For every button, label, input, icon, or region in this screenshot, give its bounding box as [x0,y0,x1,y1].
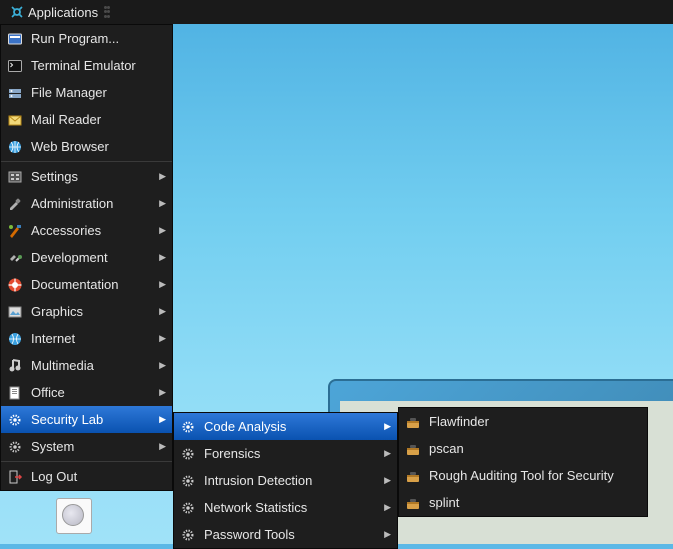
hard-disk-icon [56,498,92,534]
gear-icon [180,419,196,435]
submenu-forensics[interactable]: Forensics ▶ [174,440,397,467]
help-icon [7,277,23,293]
settings-icon [7,169,23,185]
chevron-right-icon: ▶ [159,306,166,317]
run-icon [7,31,23,47]
gear-icon [180,527,196,543]
development-icon [7,250,23,266]
logout-icon [7,469,23,485]
submenu-rats[interactable]: Rough Auditing Tool for Security [399,462,647,489]
chevron-right-icon: ▶ [159,441,166,452]
chevron-right-icon: ▶ [384,448,391,459]
toolbox-icon [405,414,421,430]
file-manager-icon [7,85,23,101]
menu-accessories[interactable]: Accessories ▶ [1,217,172,244]
menu-settings[interactable]: Settings ▶ [1,163,172,190]
panel-separator [104,2,110,22]
menu-internet[interactable]: Internet ▶ [1,325,172,352]
menu-system[interactable]: System ▶ [1,433,172,460]
multimedia-icon [7,358,23,374]
internet-icon [7,331,23,347]
terminal-icon [7,58,23,74]
distro-logo-icon [10,5,24,19]
submenu-intrusion-detection[interactable]: Intrusion Detection ▶ [174,467,397,494]
submenu-network-statistics[interactable]: Network Statistics ▶ [174,494,397,521]
chevron-right-icon: ▶ [159,252,166,263]
chevron-right-icon: ▶ [159,279,166,290]
mail-icon [7,112,23,128]
menu-administration[interactable]: Administration ▶ [1,190,172,217]
menu-multimedia[interactable]: Multimedia ▶ [1,352,172,379]
chevron-right-icon: ▶ [159,360,166,371]
menu-separator [1,461,172,462]
menu-graphics[interactable]: Graphics ▶ [1,298,172,325]
chevron-right-icon: ▶ [159,414,166,425]
menu-terminal[interactable]: Terminal Emulator [1,52,172,79]
chevron-right-icon: ▶ [159,171,166,182]
chevron-right-icon: ▶ [159,333,166,344]
top-panel: Applications [0,0,673,24]
applications-menu-label: Applications [28,5,98,20]
menu-run-program[interactable]: Run Program... [1,25,172,52]
submenu-code-analysis[interactable]: Code Analysis ▶ [174,413,397,440]
chevron-right-icon: ▶ [384,502,391,513]
graphics-icon [7,304,23,320]
gear-icon [180,473,196,489]
toolbox-icon [405,495,421,511]
code-analysis-submenu: Flawfinder pscan Rough Auditing Tool for… [398,407,648,517]
menu-development[interactable]: Development ▶ [1,244,172,271]
menu-security-lab[interactable]: Security Lab ▶ [1,406,172,433]
chevron-right-icon: ▶ [384,529,391,540]
gear-icon [7,412,23,428]
menu-separator [1,161,172,162]
desktop-disk-icon[interactable] [52,498,96,534]
menu-web-browser[interactable]: Web Browser [1,133,172,160]
chevron-right-icon: ▶ [159,198,166,209]
admin-icon [7,196,23,212]
submenu-flawfinder[interactable]: Flawfinder [399,408,647,435]
submenu-splint[interactable]: splint [399,489,647,516]
submenu-pscan[interactable]: pscan [399,435,647,462]
gear-icon [7,439,23,455]
chevron-right-icon: ▶ [384,475,391,486]
menu-file-manager[interactable]: File Manager [1,79,172,106]
menu-documentation[interactable]: Documentation ▶ [1,271,172,298]
toolbox-icon [405,441,421,457]
office-icon [7,385,23,401]
globe-icon [7,139,23,155]
security-lab-submenu: Code Analysis ▶ Forensics ▶ Intrusion De… [173,412,398,549]
gear-icon [180,446,196,462]
menu-log-out[interactable]: Log Out [1,463,172,490]
applications-menu-button[interactable]: Applications [4,0,104,24]
accessories-icon [7,223,23,239]
chevron-right-icon: ▶ [159,387,166,398]
gear-icon [180,500,196,516]
toolbox-icon [405,468,421,484]
menu-mail-reader[interactable]: Mail Reader [1,106,172,133]
chevron-right-icon: ▶ [159,225,166,236]
chevron-right-icon: ▶ [384,421,391,432]
applications-menu: Run Program... Terminal Emulator File Ma… [0,24,173,491]
menu-office[interactable]: Office ▶ [1,379,172,406]
